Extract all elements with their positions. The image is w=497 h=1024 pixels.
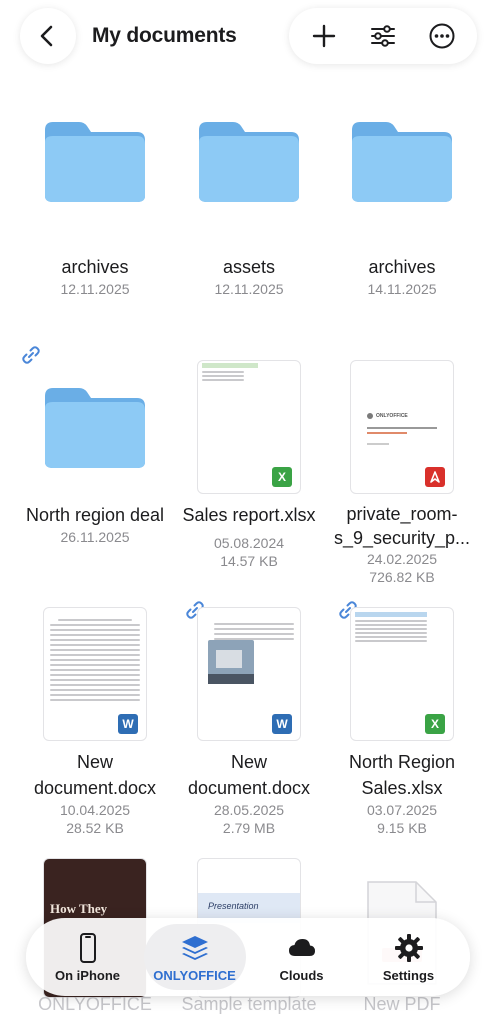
tab-label: On iPhone [55,967,120,983]
item-name: Sales report.xlsx [182,505,316,525]
tab-label: ONLYOFFICE [153,967,236,983]
folder-icon [43,386,147,470]
item-name: North region deal [25,505,165,525]
item-size: 9.15 KB [377,820,427,836]
item-name: archives [368,257,436,277]
docx-badge-icon: W [118,714,138,734]
grid-item[interactable]: ONLYOFFICE private_room-s_9_security_p..… [327,348,477,586]
item-date: 24.02.2025 [366,551,438,567]
grid-item[interactable]: W New document.docx 28.05.2025 2.79 MB [174,595,324,837]
add-button[interactable] [302,14,346,58]
tab-settings[interactable]: Settings [358,924,460,990]
tab-on-iphone[interactable]: On iPhone [37,924,139,990]
item-date: 03.07.2025 [366,802,438,818]
item-date: 12.11.2025 [60,281,130,297]
grid-item[interactable]: X North Region Sales.xlsx 03.07.2025 9.1… [327,595,477,837]
item-name: ONLYOFFICE [38,994,152,1014]
photo-image [208,640,254,684]
tab-label: Clouds [279,967,324,983]
pdf-thumbnail: ONLYOFFICE [350,360,454,494]
item-date: 28.05.2025 [213,802,285,818]
grid-item[interactable]: North region deal 26.11.2025 [20,346,170,546]
pdf-badge-icon [425,467,445,487]
tab-label: Settings [382,967,435,983]
gear-icon [394,933,423,962]
folder-icon [43,120,147,204]
item-date: 10.04.2025 [59,802,131,818]
item-size: 14.57 KB [220,553,278,569]
grid-item[interactable]: X Sales report.xlsx 05.08.2024 14.57 KB [174,348,324,570]
item-size: 726.82 KB [369,569,435,585]
item-date: 12.11.2025 [214,281,284,297]
grid-item[interactable]: archives 14.11.2025 [327,100,477,298]
item-date: 26.11.2025 [60,529,130,545]
tab-bar: On iPhone ONLYOFFICE Clouds Settings [26,918,470,996]
grid-item[interactable]: W New document.docx 10.04.2025 28.52 KB [20,595,170,837]
grid-item[interactable]: assets 12.11.2025 [174,100,324,298]
item-name: North Region Sales.xlsx [348,752,456,798]
xlsx-badge-icon: X [272,467,292,487]
header: My documents [0,0,497,84]
action-group [289,8,477,64]
item-size: 28.52 KB [66,820,124,836]
thumb-title: Presentation [208,901,259,911]
item-name: archives [61,257,129,277]
layers-icon [181,935,208,960]
iphone-icon [79,932,96,963]
item-name: New document.docx [187,752,311,798]
item-size: 2.79 MB [222,820,276,836]
item-name: private_room-s_9_security_p... [333,504,471,548]
docx-badge-icon: W [272,714,292,734]
tab-onlyoffice[interactable]: ONLYOFFICE [143,924,246,990]
spreadsheet-thumbnail: X [197,360,301,494]
item-date: 14.11.2025 [367,281,437,297]
back-button[interactable] [20,8,76,64]
thumb-brand: ONLYOFFICE [376,413,408,419]
item-name: New PDF [363,994,441,1014]
spreadsheet-thumbnail: X [350,607,454,741]
folder-icon [197,120,301,204]
item-name: Sample template [181,994,317,1014]
sliders-icon [370,25,395,47]
document-thumbnail: W [43,607,147,741]
item-date: 05.08.2024 [213,535,285,551]
xlsx-badge-icon: X [425,714,445,734]
item-name: New document.docx [33,752,157,798]
grid-item[interactable]: archives 12.11.2025 [20,100,170,298]
under-tab-labels: ONLYOFFICE Sample template New PDF [0,994,497,1018]
plus-icon [313,24,336,48]
cloud-icon [288,938,315,956]
thumb-title: How They [50,901,108,916]
item-name: assets [222,257,276,277]
more-button[interactable] [420,14,464,58]
page-title: My documents [92,24,237,47]
tab-clouds[interactable]: Clouds [251,924,353,990]
filter-button[interactable] [361,14,405,58]
folder-icon [350,120,454,204]
ellipsis-circle-icon [429,23,455,49]
document-thumbnail: W [197,607,301,741]
chevron-left-icon [40,25,53,47]
